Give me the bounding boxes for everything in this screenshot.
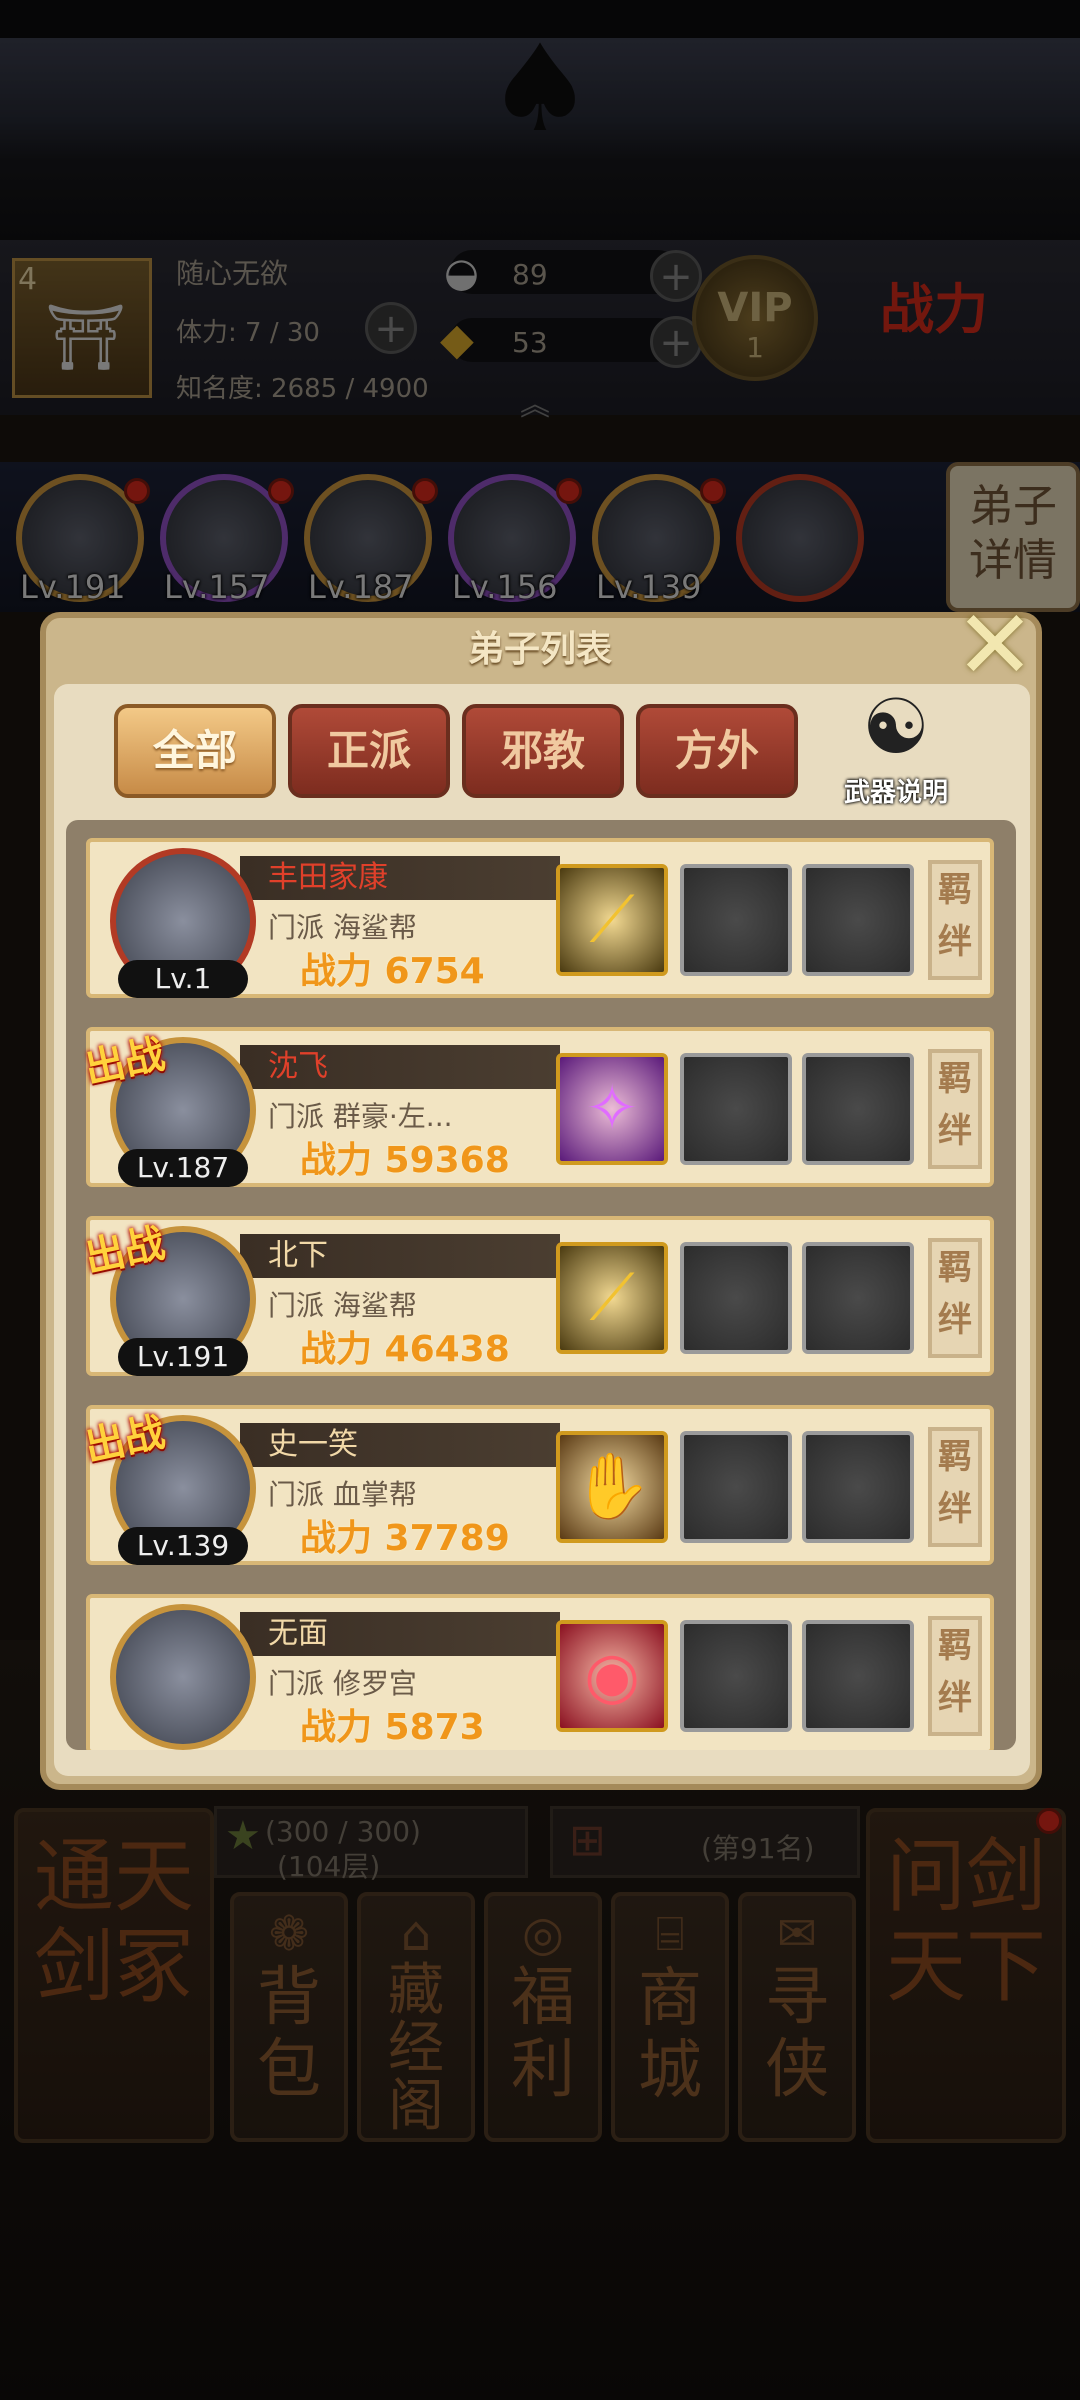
disciple-card[interactable]: Lv.139 出战 史一笑 门派 血掌帮 战力 37789 ✋ 羁绊	[81, 1405, 994, 1565]
golden-palm-icon: ✋	[572, 1450, 652, 1524]
disciple-level: Lv.187	[118, 1149, 248, 1187]
weapon-slot-2[interactable]	[680, 864, 792, 976]
disciple-name: 丰田家康	[268, 860, 388, 895]
disciple-card[interactable]: 无面门派 修罗宫战力 5873 ◉ 羁绊	[86, 1594, 994, 1750]
disciple-sect: 门派 群豪·左...	[268, 1100, 453, 1133]
filter-tab[interactable]: 正派	[288, 704, 450, 798]
disciple-level: Lv.1	[118, 960, 248, 998]
weapon-info-button[interactable]: ☯ 武器说明	[826, 682, 966, 817]
disciple-card[interactable]: Lv.1 丰田家康门派 海鲨帮战力 6754 ⟋ 羁绊	[86, 838, 994, 998]
weapon-slot-3[interactable]	[802, 1242, 914, 1354]
disciple-sect: 门派 海鲨帮	[268, 1289, 417, 1322]
disciple-level: Lv.191	[118, 1338, 248, 1376]
bond-button[interactable]: 羁绊	[928, 860, 982, 980]
weapon-info-label: 武器说明	[843, 778, 948, 808]
bond-button[interactable]: 羁绊	[928, 1049, 982, 1169]
weapon-slot-2[interactable]	[680, 1620, 792, 1732]
disciple-name: 无面	[268, 1616, 328, 1651]
golden-slash-icon: ⟋	[589, 1261, 635, 1335]
yin-yang-weapon-icon: ☯	[861, 682, 931, 771]
disciple-name: 史一笑	[268, 1427, 358, 1462]
weapon-slot-1[interactable]: ⟋	[556, 864, 668, 976]
red-vortex-icon: ◉	[584, 1639, 640, 1713]
disciple-card[interactable]: Lv.187 出战 沈飞 门派 群豪·左... 战力 59368 ✧ 羁绊	[81, 1027, 994, 1187]
disciple-name: 北下	[268, 1238, 328, 1273]
weapon-slot-3[interactable]	[802, 1053, 914, 1165]
disciple-sect: 门派 修罗宫	[268, 1667, 417, 1700]
disciple-sect: 门派 海鲨帮	[268, 911, 417, 944]
weapon-slot-1[interactable]: ✋	[556, 1431, 668, 1543]
disciple-sect: 门派 血掌帮	[268, 1478, 417, 1511]
disciple-level: Lv.139	[118, 1527, 248, 1565]
weapon-slot-3[interactable]	[802, 1620, 914, 1732]
disciple-power: 战力 5873	[300, 1707, 485, 1748]
bond-button[interactable]: 羁绊	[928, 1427, 982, 1547]
disciple-power: 战力 59368	[300, 1140, 510, 1181]
disciple-power: 战力 46438	[300, 1329, 510, 1370]
disciple-avatar	[110, 1604, 256, 1750]
weapon-slot-1[interactable]: ◉	[556, 1620, 668, 1732]
filter-tab[interactable]: 全部	[114, 704, 276, 798]
disciple-name: 沈飞	[268, 1049, 328, 1084]
modal-title: 弟子列表	[467, 629, 612, 670]
weapon-slot-1[interactable]: ✧	[556, 1053, 668, 1165]
bond-button[interactable]: 羁绊	[928, 1616, 982, 1736]
weapon-slot-2[interactable]	[680, 1431, 792, 1543]
golden-slash-icon: ⟋	[589, 883, 635, 957]
weapon-slot-1[interactable]: ⟋	[556, 1242, 668, 1354]
close-icon[interactable]: ✕	[950, 597, 1040, 693]
filter-tab[interactable]: 方外	[636, 704, 798, 798]
purple-strike-icon: ✧	[585, 1072, 639, 1146]
disciple-power: 战力 6754	[300, 951, 485, 992]
weapon-slot-2[interactable]	[680, 1242, 792, 1354]
filter-tab[interactable]: 邪教	[462, 704, 624, 798]
disciple-list[interactable]: Lv.1 丰田家康 门派 海鲨帮 战力 6754 ⟋ 羁绊 Lv.187 出战 沈飞 门派 群豪·…	[66, 820, 1016, 1750]
disciple-card[interactable]: Lv.191 出战 北下 门派 海鲨帮 战力 46438 ⟋ 羁绊	[81, 1216, 994, 1376]
weapon-slot-3[interactable]	[802, 864, 914, 976]
weapon-slot-2[interactable]	[680, 1053, 792, 1165]
disciple-power: 战力 37789	[300, 1518, 510, 1559]
weapon-slot-3[interactable]	[802, 1431, 914, 1543]
bond-button[interactable]: 羁绊	[928, 1238, 982, 1358]
